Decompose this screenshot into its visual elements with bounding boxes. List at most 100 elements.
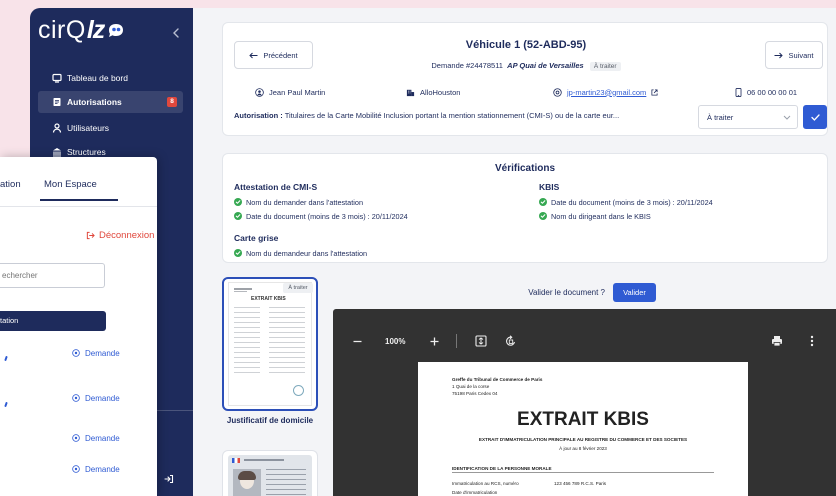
document-title: EXTRAIT KBIS — [517, 409, 649, 430]
validate-button[interactable]: Valider — [613, 283, 656, 302]
building-icon — [406, 88, 415, 97]
verification-group-title: KBIS — [539, 182, 560, 192]
logo-text-bold: lz — [86, 15, 105, 44]
demande-label: Demande — [85, 393, 120, 403]
person-circle-icon — [255, 87, 264, 97]
rotate-icon[interactable] — [505, 335, 517, 347]
preview-title: EXTRAIT KBIS — [251, 296, 286, 302]
eye-circle-icon — [72, 434, 80, 442]
tab-mon-espace[interactable]: Mon Espace — [44, 179, 97, 190]
preview-header-line — [234, 288, 252, 290]
contact-name: Jean Paul Martin — [255, 85, 325, 99]
verification-group-title: Carte grise — [234, 233, 279, 243]
more-options-icon[interactable] — [809, 335, 815, 347]
confirm-status-button[interactable] — [803, 105, 827, 129]
document-preview: EXTRAIT KBIS — [228, 282, 312, 406]
verification-item-text: Nom du demandeur dans l'attestation — [246, 248, 368, 258]
contact-phone: 06 00 00 00 01 — [735, 85, 797, 99]
request-subtitle: Demande #24478511 AP Quai de Versailles … — [323, 61, 729, 71]
demande-link[interactable]: Demande — [72, 432, 120, 444]
demande-label: Demande — [85, 433, 120, 443]
user-icon — [52, 123, 62, 133]
request-number: Demande #24478511 — [431, 61, 503, 70]
zoom-out-icon[interactable] — [352, 336, 363, 347]
verification-item-text: Date du document (moins de 3 mois) : 20/… — [246, 211, 408, 221]
validate-question: Valider le document ? — [528, 288, 605, 297]
request-header-card: Précédent Véhicule 1 (52-ABD-95) Demande… — [222, 22, 828, 136]
demande-link[interactable]: Demande — [72, 463, 120, 475]
verification-group-title: Attestation de CMI-S — [234, 182, 318, 192]
check-circle-icon — [234, 249, 242, 257]
row-value: 123 456 789 R.C.S. Paris — [554, 481, 607, 486]
verification-item: Date du document (moins de 3 mois) : 20/… — [539, 197, 713, 207]
tabs-divider — [0, 206, 157, 207]
collapse-sidebar-icon[interactable] — [172, 28, 180, 38]
contact-phone-text: 06 00 00 00 01 — [747, 87, 798, 97]
search-input[interactable] — [0, 263, 105, 288]
preview-header-line — [234, 291, 247, 292]
logo-mark-icon — [107, 22, 125, 38]
demande-link[interactable]: Demande — [72, 347, 120, 359]
sidebar-item-utilisateurs[interactable]: Utilisateurs — [38, 117, 183, 139]
document-label[interactable]: Justificatif de domicile — [226, 416, 314, 426]
print-icon[interactable] — [771, 335, 783, 347]
phone-icon — [735, 87, 742, 97]
notification-badge: 8 — [167, 97, 177, 107]
request-location: AP Quai de Versailles — [507, 61, 584, 70]
contact-email-link[interactable]: jp-martin23@gmail.com — [567, 88, 646, 97]
status-select-value: À traiter — [707, 112, 734, 122]
active-tab-underline — [40, 199, 118, 201]
zoom-in-icon[interactable] — [429, 336, 440, 347]
document-subtitle: EXTRAIT D'IMMATRICULATION PRINCIPALE AU … — [478, 437, 688, 442]
logo-text-light: cirQ — [38, 15, 86, 44]
court-city: 75198 Paris Cedex 04 — [452, 391, 498, 396]
sidebar-item-label: Tableau de bord — [67, 73, 128, 83]
nav-item-active[interactable]: tation — [0, 311, 106, 331]
previous-button[interactable]: Précédent — [234, 41, 313, 69]
check-circle-icon — [234, 212, 242, 220]
external-link-icon[interactable] — [651, 88, 658, 96]
at-sign-icon — [553, 87, 562, 97]
app-logo[interactable]: cirQ lz — [38, 17, 125, 43]
id-card-preview — [228, 455, 312, 496]
sidebar-item-dashboard[interactable]: Tableau de bord — [38, 67, 183, 89]
verification-item: Nom du dirigeant dans le KBIS — [539, 211, 651, 221]
logout-label: Déconnexion — [99, 230, 155, 241]
logout-link[interactable]: Déconnexion — [86, 230, 154, 241]
eye-circle-icon — [72, 349, 80, 357]
verification-item-text: Nom du demander dans l'attestation — [246, 197, 363, 207]
tab-administration[interactable]: ation — [0, 179, 21, 190]
contact-email[interactable]: jp-martin23@gmail.com — [553, 85, 658, 99]
check-circle-icon — [539, 212, 547, 220]
check-circle-icon — [539, 198, 547, 206]
account-panel: ation Mon Espace Déconnexion tation Dema… — [0, 157, 157, 496]
fit-page-icon[interactable] — [475, 335, 487, 347]
logout-icon[interactable] — [164, 474, 174, 484]
row-fragment — [4, 401, 8, 408]
sidebar-item-autorisations[interactable]: Autorisations 8 — [38, 91, 183, 113]
arrow-right-icon — [774, 52, 784, 59]
verification-item: Nom du demandeur dans l'attestation — [234, 248, 367, 258]
verification-item-text: Nom du dirigeant dans le KBIS — [551, 211, 651, 221]
request-title: Véhicule 1 (52-ABD-95) — [465, 39, 587, 51]
document-thumbnail[interactable] — [222, 450, 318, 496]
document-thumbnail-selected[interactable]: EXTRAIT KBIS À traiter — [222, 277, 318, 411]
id-card-text-lines — [266, 469, 306, 495]
status-select[interactable]: À traiter — [698, 105, 798, 129]
status-badge: À traiter — [589, 61, 621, 71]
verification-item-text: Date du document (moins de 3 mois) : 20/… — [551, 197, 713, 207]
next-button[interactable]: Suivant — [765, 41, 823, 69]
demande-link[interactable]: Demande — [72, 392, 120, 404]
row-label: Date d'immatriculation — [452, 490, 498, 495]
dashboard-icon — [52, 73, 62, 83]
document-icon — [52, 97, 62, 107]
document-date: À jour au 8 février 2023 — [559, 446, 607, 451]
next-button-label: Suivant — [788, 50, 814, 60]
sidebar-item-label: Autorisations — [67, 97, 122, 107]
eye-circle-icon — [72, 465, 80, 473]
preview-seal — [293, 385, 304, 396]
pdf-viewer: 100% Greffe du Tribunal de Commerce de P… — [333, 309, 836, 496]
id-card-flag — [232, 458, 240, 463]
id-card-photo — [233, 469, 261, 496]
court-address: 1 Quai de la corse — [452, 384, 490, 389]
